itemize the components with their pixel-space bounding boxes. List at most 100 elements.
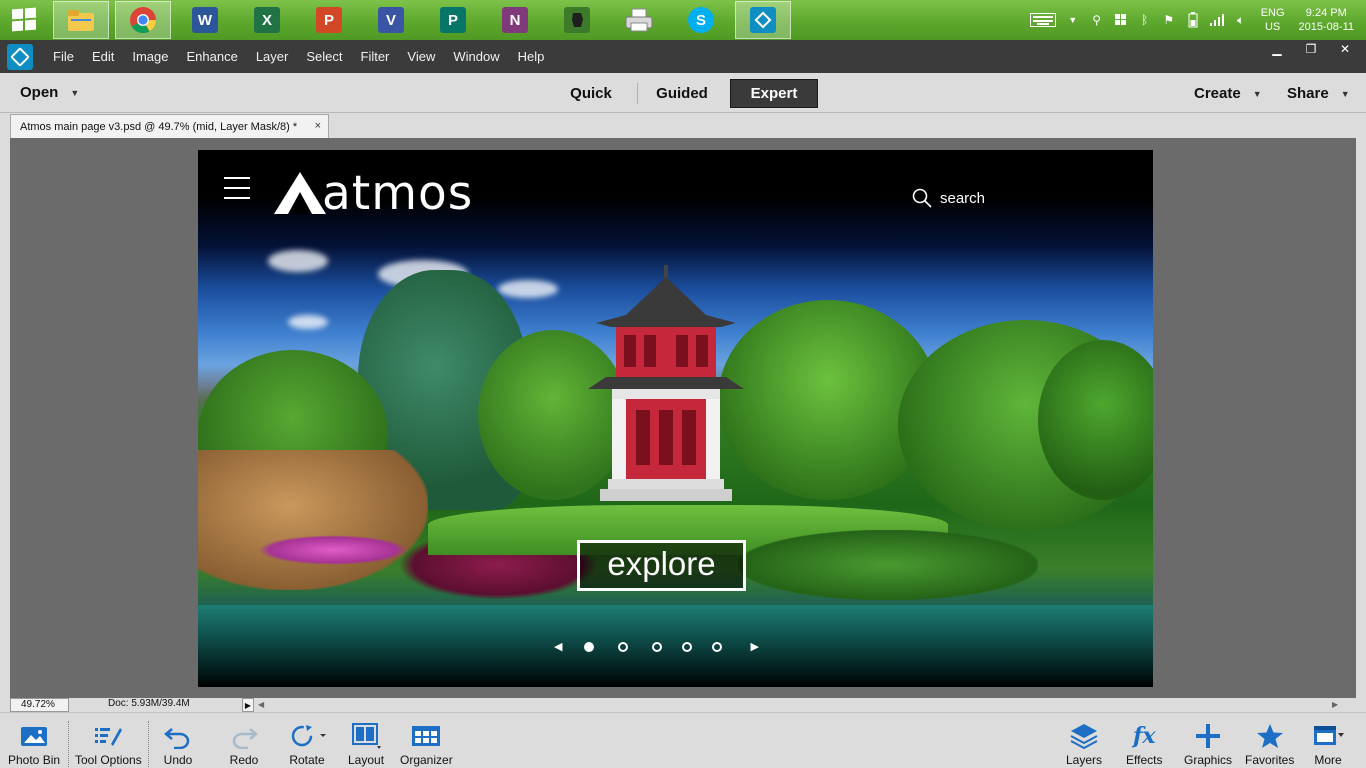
vertical-scrollbar[interactable] (1356, 138, 1366, 698)
tool-options-icon (92, 721, 124, 751)
taskbar-onenote[interactable]: N (487, 1, 543, 39)
tool-options-button[interactable]: Tool Options (75, 721, 142, 767)
tab-expert[interactable]: Expert (730, 79, 818, 108)
status-menu-arrow-icon[interactable]: ▶ (242, 698, 254, 712)
menu-view[interactable]: View (398, 49, 444, 64)
action-center-flag-icon[interactable]: ⚑ (1161, 12, 1177, 28)
system-tray: ▼ ⚲ ᛒ ⚑ 🔈︎ ENG US 9:24 PM 2015-08-11 (1025, 0, 1366, 40)
taskbar-photoshop-elements[interactable] (735, 1, 791, 39)
volume-icon[interactable]: 🔈︎ (1233, 12, 1249, 28)
slider-dot[interactable] (652, 641, 663, 652)
publisher-icon: P (440, 7, 466, 33)
layers-button[interactable]: Layers (1066, 721, 1102, 767)
zoom-level-field[interactable]: 49.72% (10, 698, 69, 712)
slider-dot[interactable] (584, 641, 595, 652)
menu-file[interactable]: File (44, 49, 83, 64)
usb-device-icon[interactable]: ⚲ (1089, 12, 1105, 28)
menu-help[interactable]: Help (509, 49, 554, 64)
slider-next-icon[interactable]: ▶ (750, 640, 758, 653)
language-code: ENG (1260, 7, 1285, 19)
bluetooth-icon[interactable]: ᛒ (1137, 12, 1153, 28)
site-search[interactable]: search (912, 188, 985, 208)
taskbar-chrome[interactable] (115, 1, 171, 39)
document-tab[interactable]: Atmos main page v3.psd @ 49.7% (mid, Lay… (10, 114, 329, 138)
organizer-button[interactable]: Organizer (400, 721, 453, 767)
taskbar-visio[interactable]: V (363, 1, 419, 39)
chrome-icon (130, 7, 157, 34)
redo-label: Redo (229, 753, 259, 767)
document-tab-title: Atmos main page v3.psd @ 49.7% (mid, Lay… (20, 120, 298, 133)
share-button[interactable]: Share ▼ (1287, 85, 1350, 102)
menu-layer[interactable]: Layer (247, 49, 298, 64)
windows-start-icon[interactable] (12, 7, 36, 32)
explore-button[interactable]: explore (577, 540, 746, 591)
cloud (268, 250, 328, 272)
tab-guided[interactable]: Guided (648, 79, 716, 108)
hamburger-menu-icon[interactable] (224, 177, 250, 207)
document-tab-row: Atmos main page v3.psd @ 49.7% (mid, Lay… (0, 113, 1366, 138)
graphics-icon (1192, 721, 1224, 751)
taskbar-fax-printer[interactable] (611, 1, 667, 39)
menu-enhance[interactable]: Enhance (178, 49, 247, 64)
show-hidden-icons-chevron-icon[interactable]: ▼ (1065, 12, 1081, 28)
favorites-button[interactable]: Favorites (1245, 721, 1294, 767)
graphics-label: Graphics (1184, 753, 1233, 767)
slider-dot[interactable] (712, 641, 723, 652)
slider-dot[interactable] (618, 641, 629, 652)
battery-icon[interactable] (1185, 12, 1201, 28)
tab-quick[interactable]: Quick (560, 79, 622, 108)
taskbar-excel[interactable]: X (239, 1, 295, 39)
status-bar: 49.72% Doc: 5.93M/39.4M ▶ ◀ ▶ (0, 698, 1366, 712)
keyboard-icon[interactable] (1029, 12, 1057, 28)
taskbar-powerpoint[interactable]: P (301, 1, 357, 39)
taskbar-publisher[interactable]: P (425, 1, 481, 39)
create-label: Create (1194, 85, 1241, 102)
mode-divider (637, 83, 638, 104)
network-signal-icon[interactable] (1209, 12, 1225, 28)
cloud (288, 315, 328, 329)
redo-button[interactable]: Redo (228, 721, 260, 767)
layout-label: Layout (348, 753, 385, 767)
menu-select[interactable]: Select (297, 49, 351, 64)
menu-edit[interactable]: Edit (83, 49, 123, 64)
favorites-icon (1254, 721, 1286, 751)
taskbar-clock[interactable]: 9:24 PM 2015-08-11 (1299, 6, 1354, 34)
document-canvas[interactable]: atmos search explore ◀ ▶ (198, 150, 1153, 687)
slider-dot[interactable] (682, 641, 693, 652)
menu-filter[interactable]: Filter (352, 49, 399, 64)
create-button[interactable]: Create ▼ (1194, 85, 1262, 102)
taskbar-file-explorer[interactable] (53, 1, 109, 39)
photo-bin-button[interactable]: Photo Bin (8, 721, 60, 767)
app-menu-bar: File Edit Image Enhance Layer Select Fil… (0, 40, 1366, 73)
windows-flag-icon[interactable] (1113, 12, 1129, 28)
search-icon (912, 188, 932, 208)
taskbar-word[interactable]: W (177, 1, 233, 39)
scroll-left-icon[interactable]: ◀ (258, 700, 264, 709)
slider-prev-icon[interactable]: ◀ (554, 640, 562, 653)
more-icon (1312, 721, 1344, 751)
search-label: search (940, 189, 986, 207)
pink-flower-bed (258, 535, 408, 565)
effects-button[interactable]: fx Effects (1126, 721, 1162, 767)
panel-divider (148, 721, 149, 767)
menu-image[interactable]: Image (123, 49, 177, 64)
printer-icon (625, 8, 653, 32)
layout-button[interactable]: Layout (348, 721, 384, 767)
rotate-icon (287, 721, 327, 751)
organizer-icon (410, 721, 442, 751)
taskbar-evernote[interactable] (549, 1, 605, 39)
restore-icon[interactable]: ❐ (1294, 40, 1328, 58)
open-button[interactable]: Open ▼ (20, 84, 79, 101)
more-button[interactable]: More (1312, 721, 1344, 767)
menu-window[interactable]: Window (444, 49, 508, 64)
minimize-icon[interactable]: ▁ (1260, 40, 1294, 58)
close-document-icon[interactable]: × (315, 120, 321, 132)
scroll-right-icon[interactable]: ▶ (1332, 700, 1338, 709)
taskbar-skype[interactable]: S (673, 1, 729, 39)
close-window-icon[interactable]: ✕ (1328, 40, 1362, 58)
rotate-button[interactable]: Rotate (287, 721, 327, 767)
input-language-indicator[interactable]: ENG US (1261, 6, 1285, 34)
graphics-button[interactable]: Graphics (1184, 721, 1232, 767)
undo-button[interactable]: Undo (162, 721, 194, 767)
share-label: Share (1287, 85, 1329, 102)
